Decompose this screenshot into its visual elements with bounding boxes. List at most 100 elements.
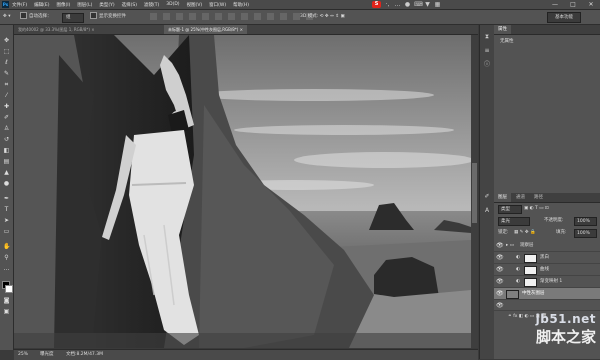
show-transform-checkbox[interactable] xyxy=(90,12,97,19)
dodge-tool-icon[interactable]: ● xyxy=(3,180,10,187)
distribute-bottom-icon[interactable] xyxy=(254,13,261,20)
character-panel-icon[interactable]: A xyxy=(483,207,491,215)
more-tools-icon[interactable]: … xyxy=(3,265,10,272)
grid-icon[interactable]: ▦ xyxy=(434,1,441,8)
visibility-eye-icon[interactable]: 👁 xyxy=(496,242,504,249)
distribute-hcenter-icon[interactable] xyxy=(280,13,287,20)
layer-filter-icons[interactable]: ▣ ◐ T ▭ ⊡ xyxy=(524,205,549,213)
align-left-icon[interactable] xyxy=(189,13,196,20)
pen-tool-icon[interactable]: ✒ xyxy=(3,195,10,202)
path-select-tool-icon[interactable]: ➤ xyxy=(3,217,10,224)
zoom-tool-icon[interactable]: ⚲ xyxy=(3,254,10,261)
shirt-icon[interactable]: ▼ xyxy=(424,1,431,8)
history-panel-icon[interactable]: ⧗ xyxy=(483,33,491,41)
auto-select-dropdown[interactable]: 组 xyxy=(62,13,84,23)
layer-kind-filter[interactable]: 类型 xyxy=(498,205,522,214)
minimize-button[interactable]: — xyxy=(548,0,562,9)
distribute-top-icon[interactable] xyxy=(228,13,235,20)
layer-mask-thumbnail[interactable] xyxy=(524,266,537,275)
menu-select[interactable]: 选择(S) xyxy=(122,2,137,8)
menu-image[interactable]: 图像(I) xyxy=(56,2,70,8)
tab-document-1[interactable]: 我的40002 @ 33.3%(图层 1, RGB/8*) × xyxy=(14,25,99,34)
canvas-vertical-scrollbar[interactable] xyxy=(471,35,478,348)
punctuation-icon[interactable]: ·, xyxy=(384,1,391,8)
keyboard-icon[interactable]: ⌨ xyxy=(414,1,423,8)
menu-help[interactable]: 帮助(H) xyxy=(233,2,249,8)
tab-layers[interactable]: 图层 xyxy=(494,193,511,202)
layer-row-group[interactable]: 👁 ▸ ▭ 观察层 xyxy=(494,240,600,252)
clone-stamp-tool-icon[interactable]: ♙ xyxy=(3,125,10,132)
crop-tool-icon[interactable]: ⌗ xyxy=(3,81,10,88)
align-right-icon[interactable] xyxy=(215,13,222,20)
distribute-right-icon[interactable] xyxy=(293,13,300,20)
menu-filter[interactable]: 滤镜(T) xyxy=(144,2,159,8)
layer-row-selected[interactable]: 👁 中性灰图层 xyxy=(494,288,600,300)
auto-select-checkbox[interactable] xyxy=(20,12,27,19)
layer-mask-thumbnail[interactable] xyxy=(524,278,537,287)
align-hcenter-icon[interactable] xyxy=(202,13,209,20)
sogou-s-logo-icon[interactable]: S xyxy=(372,1,381,8)
menu-3d[interactable]: 3D(D) xyxy=(166,2,179,7)
layer-row-background[interactable]: 👁 xyxy=(494,300,600,311)
show-transform-toggle[interactable]: 显示变换控件 xyxy=(90,12,126,22)
move-tool-icon[interactable]: ✥ xyxy=(3,37,10,44)
history-brush-tool-icon[interactable]: ↺ xyxy=(3,136,10,143)
tab-paths[interactable]: 路径 xyxy=(530,193,547,202)
info-panel-icon[interactable]: ⓘ xyxy=(483,61,491,69)
shape-tool-icon[interactable]: ▭ xyxy=(3,228,10,235)
menu-window[interactable]: 窗口(W) xyxy=(209,2,226,8)
fill-field[interactable]: 100% xyxy=(574,229,597,238)
distribute-left-icon[interactable] xyxy=(267,13,274,20)
marquee-tool-icon[interactable]: ⬚ xyxy=(3,48,10,55)
eyedropper-tool-icon[interactable]: ⁄ xyxy=(3,92,10,99)
background-color-swatch[interactable] xyxy=(5,285,13,293)
tab-channels[interactable]: 通道 xyxy=(512,193,529,202)
align-bottom-icon[interactable] xyxy=(176,13,183,20)
3d-mode-icons[interactable]: 3D 模式: ⟲ ✥ ↔ ⇕ ▣ xyxy=(300,12,345,22)
blend-mode-dropdown[interactable]: 柔光 xyxy=(498,217,530,226)
workspace-switcher[interactable]: 基本功能 xyxy=(547,12,581,23)
visibility-eye-icon[interactable]: 👁 xyxy=(496,302,504,309)
type-tool-icon[interactable]: T xyxy=(3,206,10,213)
menu-file[interactable]: 文件(F) xyxy=(12,2,27,8)
tab-properties[interactable]: 属性 xyxy=(494,25,511,34)
gradient-tool-icon[interactable]: ▤ xyxy=(3,158,10,165)
ellipsis-icon[interactable]: … xyxy=(394,1,401,8)
layer-mask-thumbnail[interactable] xyxy=(524,254,537,263)
document-canvas[interactable] xyxy=(14,35,471,348)
visibility-eye-icon[interactable]: 👁 xyxy=(496,266,504,273)
close-button[interactable]: ✕ xyxy=(584,0,598,9)
scrollbar-thumb[interactable] xyxy=(472,163,477,223)
distribute-vcenter-icon[interactable] xyxy=(241,13,248,20)
menu-edit[interactable]: 编辑(E) xyxy=(34,2,49,8)
blur-tool-icon[interactable]: ▲ xyxy=(3,169,10,176)
quick-select-tool-icon[interactable]: ✎ xyxy=(3,70,10,77)
move-tool-icon[interactable]: ✥ ▾ xyxy=(3,12,10,22)
layer-thumbnail[interactable] xyxy=(506,290,519,299)
visibility-eye-icon[interactable]: 👁 xyxy=(496,278,504,285)
layer-row-adjustment[interactable]: 👁 ◐ 渐变映射 1 xyxy=(494,276,600,288)
maximize-button[interactable]: □ xyxy=(566,0,580,9)
opacity-field[interactable]: 100% xyxy=(574,217,597,226)
menu-type[interactable]: 类型(Y) xyxy=(99,2,114,8)
brush-panel-icon[interactable]: ✐ xyxy=(483,193,491,201)
screen-mode-icon[interactable]: ▣ xyxy=(3,308,10,315)
eraser-tool-icon[interactable]: ◧ xyxy=(3,147,10,154)
mic-icon[interactable]: ● xyxy=(404,1,411,8)
healing-brush-tool-icon[interactable]: ✚ xyxy=(3,103,10,110)
align-top-icon[interactable] xyxy=(150,13,157,20)
properties-panel-icon[interactable]: ≡ xyxy=(483,47,491,55)
layer-row-adjustment[interactable]: 👁 ◐ 黑白 xyxy=(494,252,600,264)
auto-select-toggle[interactable]: 自动选择： xyxy=(20,12,52,22)
layer-row-adjustment[interactable]: 👁 ◐ 曲线 xyxy=(494,264,600,276)
lock-icons[interactable]: ▦ ✎ ✥ 🔒 xyxy=(514,229,536,237)
brush-tool-icon[interactable]: ✐ xyxy=(3,114,10,121)
lasso-tool-icon[interactable]: ℓ xyxy=(3,59,10,66)
quick-mask-icon[interactable]: ◙ xyxy=(3,297,10,304)
tab-document-2[interactable]: 未标题-1 @ 25%(中性灰图层,RGB/8*) × xyxy=(164,25,247,34)
visibility-eye-icon[interactable]: 👁 xyxy=(496,254,504,261)
hand-tool-icon[interactable]: ✋ xyxy=(3,243,10,250)
menu-view[interactable]: 视图(V) xyxy=(187,2,203,8)
align-vcenter-icon[interactable] xyxy=(163,13,170,20)
visibility-eye-icon[interactable]: 👁 xyxy=(496,290,504,297)
